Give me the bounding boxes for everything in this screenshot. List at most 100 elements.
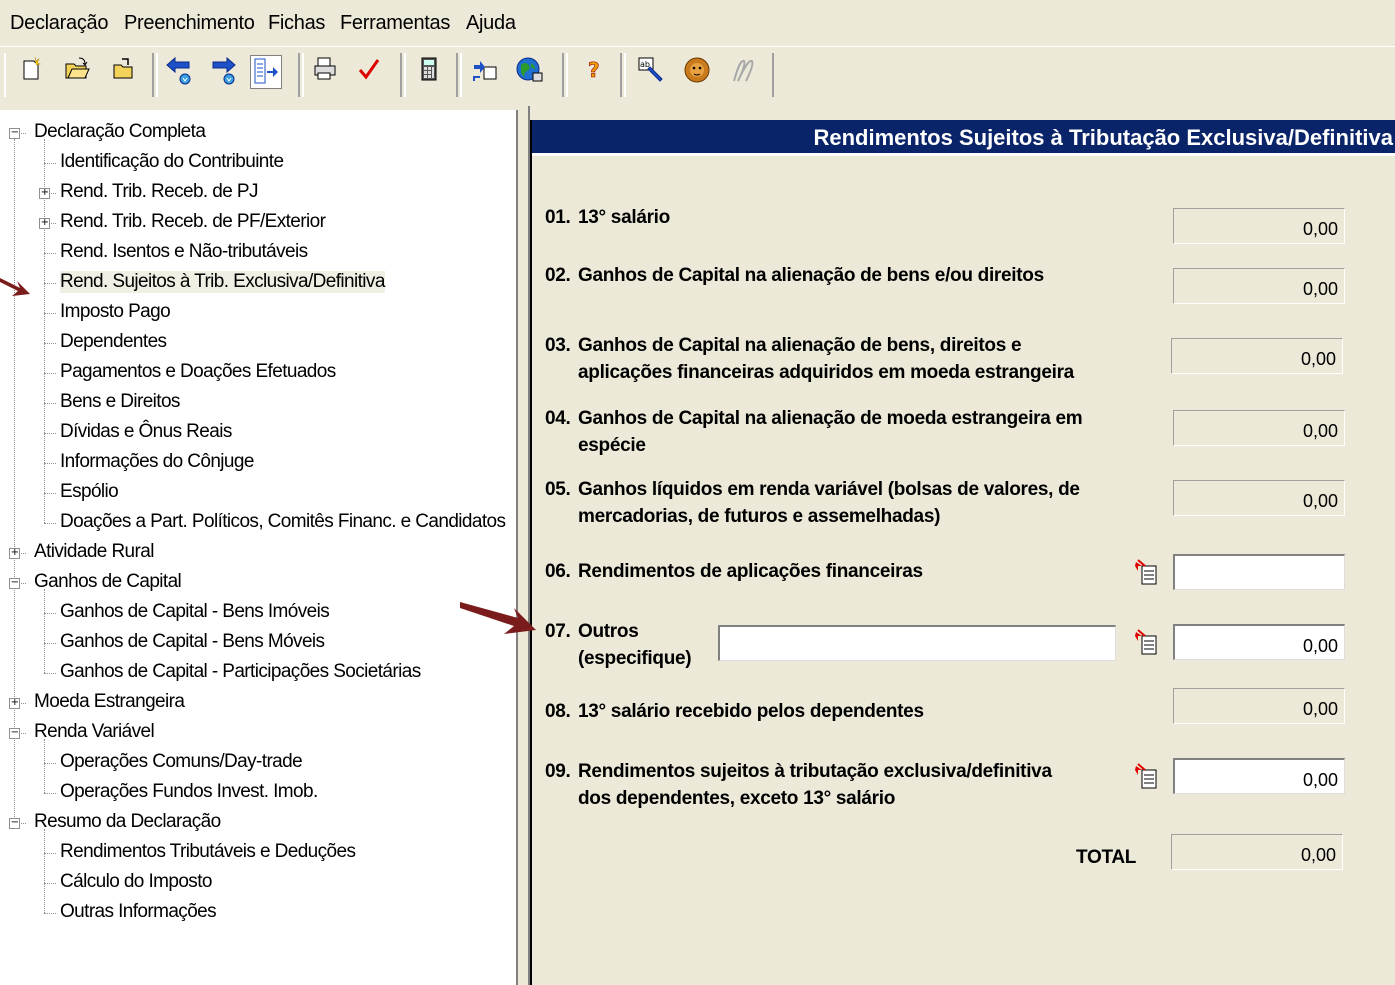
expand-icon[interactable]: + (9, 548, 20, 559)
tree-connector (44, 313, 56, 314)
tree-item[interactable]: + Moeda Estrangeira (0, 689, 516, 717)
tree-item[interactable]: + Atividade Rural (0, 539, 516, 567)
tree-item[interactable]: Pagamentos e Doações Efetuados (0, 359, 516, 387)
signature-icon[interactable] (728, 55, 758, 87)
field-label-09: 09. Rendimentos sujeitos à tributação exc… (545, 758, 1052, 812)
tree-item[interactable]: + Rend. Trib. Receb. de PF/Exterior (0, 209, 516, 237)
specify-other-input[interactable] (718, 625, 1116, 661)
tree-item[interactable]: Rend. Isentos e Não-tributáveis (0, 239, 516, 267)
import-button[interactable] (1134, 628, 1160, 658)
collapse-icon[interactable]: − (9, 578, 20, 589)
tree-item[interactable]: Operações Fundos Invest. Imob. (0, 779, 516, 807)
field-text: Ganhos líquidos em renda variável (bolsa… (578, 479, 1080, 500)
open-file-icon[interactable] (108, 55, 138, 87)
field-text: Rendimentos de aplicações financeiras (578, 561, 923, 582)
open-folder-icon[interactable] (62, 55, 92, 87)
menu-preenchimento[interactable]: Preenchimento (124, 12, 255, 35)
value-field-01: 0,00 (1173, 208, 1345, 244)
tree-item-label: Espólio (60, 481, 119, 502)
forward-arrow-icon[interactable] (208, 55, 238, 87)
internet-icon[interactable] (514, 55, 544, 87)
expand-icon[interactable]: + (9, 698, 20, 709)
field-number: 09. (545, 761, 571, 782)
tree-item[interactable]: Ganhos de Capital - Bens Móveis (0, 629, 516, 657)
collapse-icon[interactable]: − (9, 728, 20, 739)
value-field-04: 0,00 (1173, 410, 1345, 446)
tree-connector (44, 253, 56, 254)
tree-item[interactable]: − Ganhos de Capital (0, 569, 516, 597)
collapse-icon[interactable]: − (9, 128, 20, 139)
tree-item[interactable]: + Rend. Trib. Receb. de PJ (0, 179, 516, 207)
value-field-05: 0,00 (1173, 480, 1345, 516)
field-number: 05. (545, 479, 571, 500)
menu-bar: Declaração Preenchimento Fichas Ferramen… (0, 0, 1395, 46)
expand-icon[interactable]: + (39, 218, 50, 229)
tree-item-label: Rend. Isentos e Não-tributáveis (60, 241, 308, 262)
field-text: (especifique) (578, 648, 692, 669)
tree-item[interactable]: Ganhos de Capital - Participações Societ… (0, 659, 516, 687)
field-label-05: 05. Ganhos líquidos em renda variável (bo… (545, 476, 1080, 530)
tree-item[interactable]: Rend. Sujeitos à Trib. Exclusiva/Definit… (0, 269, 516, 297)
tree-item[interactable]: Dívidas e Ônus Reais (0, 419, 516, 447)
import-button[interactable] (1134, 762, 1160, 792)
back-arrow-icon[interactable] (164, 55, 194, 87)
help-icon[interactable]: ? (578, 55, 608, 87)
tree-item[interactable]: Imposto Pago (0, 299, 516, 327)
value-field-03: 0,00 (1171, 338, 1343, 374)
value-field-09[interactable]: 0,00 (1173, 758, 1345, 794)
tree-item[interactable]: Doações a Part. Políticos, Comitês Finan… (0, 509, 516, 537)
tree-item[interactable]: Ganhos de Capital - Bens Imóveis (0, 599, 516, 627)
tree-item[interactable]: − Declaração Completa (0, 119, 516, 147)
tree-item[interactable]: Operações Comuns/Day-trade (0, 749, 516, 777)
field-label-08: 08. 13° salário recebido pelos dependente… (545, 698, 924, 725)
field-text: Rendimentos sujeitos à tributação exclus… (578, 761, 1052, 782)
tree-item[interactable]: Dependentes (0, 329, 516, 357)
expand-icon[interactable]: + (39, 188, 50, 199)
tree-item[interactable]: Outras Informações (0, 899, 516, 927)
svg-text:ab: ab (640, 60, 650, 69)
value-field-07[interactable]: 0,00 (1173, 624, 1345, 660)
field-label-04: 04. Ganhos de Capital na alienação de moe… (545, 405, 1083, 459)
field-text: Ganhos de Capital na alienação de bens e… (578, 265, 1044, 286)
tree-item-label: Ganhos de Capital - Bens Imóveis (60, 601, 330, 622)
splitter[interactable] (518, 106, 530, 985)
tree-connector (44, 163, 56, 164)
tree-item[interactable]: − Renda Variável (0, 719, 516, 747)
new-declaration-icon[interactable] (16, 55, 46, 87)
collapse-icon[interactable]: − (9, 818, 20, 829)
print-icon[interactable] (310, 55, 340, 87)
lion-icon[interactable] (682, 55, 712, 87)
tree-connector (44, 793, 56, 794)
tree-item[interactable]: Bens e Direitos (0, 389, 516, 417)
field-text: dos dependentes, exceto 13° salário (578, 788, 896, 809)
tree-item[interactable]: Cálculo do Imposto (0, 869, 516, 897)
verify-check-icon[interactable] (354, 55, 384, 87)
calculator-icon[interactable] (414, 55, 444, 87)
tree-connector (44, 343, 56, 344)
menu-declaracao[interactable]: Declaração (10, 12, 108, 35)
tree-item[interactable]: Informações do Cônjuge (0, 449, 516, 477)
tree-connector (44, 463, 56, 464)
form-title: Rendimentos Sujeitos à Tributação Exclus… (532, 120, 1395, 156)
tree-item-label: Imposto Pago (60, 301, 171, 322)
navigator-icon[interactable] (250, 55, 282, 89)
field-text: Ganhos de Capital na alienação de bens, … (578, 335, 1022, 356)
field-label-03: 03. Ganhos de Capital na alienação de ben… (545, 332, 1074, 386)
value-field-06[interactable] (1173, 554, 1345, 590)
field-number: 04. (545, 408, 571, 429)
menu-fichas[interactable]: Fichas (268, 12, 325, 35)
tree-item-label: Rendimentos Tributáveis e Deduções (60, 841, 356, 862)
tree-item[interactable]: Identificação do Contribuinte (0, 149, 516, 177)
transmit-icon[interactable] (470, 55, 500, 87)
import-button[interactable] (1134, 558, 1160, 588)
tree-connector (44, 763, 56, 764)
menu-ferramentas[interactable]: Ferramentas (340, 12, 450, 35)
tree-item[interactable]: Espólio (0, 479, 516, 507)
tree-item[interactable]: Rendimentos Tributáveis e Deduções (0, 839, 516, 867)
pendencies-icon[interactable]: ab (636, 55, 666, 87)
tree-item[interactable]: − Resumo da Declaração (0, 809, 516, 837)
tree-item-label: Ganhos de Capital (34, 571, 182, 592)
menu-ajuda[interactable]: Ajuda (466, 12, 516, 35)
tree-item-label: Identificação do Contribuinte (60, 151, 284, 172)
form-panel: Rendimentos Sujeitos à Tributação Exclus… (530, 120, 1395, 985)
